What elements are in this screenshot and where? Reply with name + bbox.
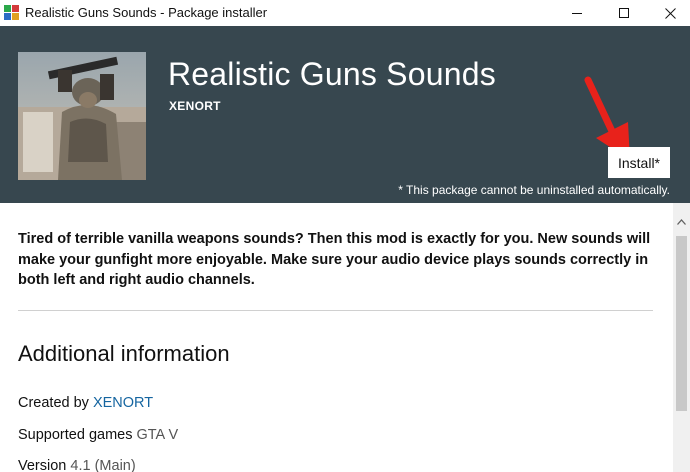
- created-by-label: Created by: [18, 395, 93, 411]
- version-value: 4.1 (Main): [70, 458, 136, 472]
- install-note: * This package cannot be uninstalled aut…: [398, 183, 670, 197]
- close-icon: [664, 7, 676, 19]
- scroll-thumb[interactable]: [676, 236, 687, 411]
- minimize-icon: [571, 12, 582, 14]
- title-bar: Realistic Guns Sounds - Package installe…: [0, 0, 690, 26]
- scroll-up-button[interactable]: [673, 213, 690, 230]
- section-heading: Additional information: [18, 341, 230, 366]
- package-title: Realistic Guns Sounds: [168, 56, 496, 92]
- info-row-version: Version 4.1 (Main): [18, 458, 136, 472]
- app-logo-icon: [4, 5, 19, 20]
- package-author: XENORT: [169, 99, 221, 113]
- info-row-created-by: Created by XENORT: [18, 395, 153, 411]
- install-button[interactable]: Install*: [608, 147, 670, 178]
- close-button[interactable]: [647, 0, 690, 26]
- divider: [18, 310, 653, 311]
- package-header: Realistic Guns Sounds XENORT Install* * …: [0, 26, 690, 203]
- maximize-icon: [618, 7, 629, 18]
- supported-games-label: Supported games: [18, 427, 137, 443]
- author-link[interactable]: XENORT: [93, 395, 153, 411]
- window-title: Realistic Guns Sounds - Package installe…: [25, 5, 268, 20]
- package-description: Tired of terrible vanilla weapons sounds…: [18, 231, 651, 288]
- chevron-up-icon: [677, 218, 686, 225]
- supported-games-value: GTA V: [136, 427, 179, 443]
- vertical-scrollbar[interactable]: [673, 203, 690, 472]
- version-label: Version: [18, 458, 71, 472]
- package-details: Tired of terrible vanilla weapons sounds…: [0, 203, 673, 472]
- package-thumbnail: [18, 52, 146, 180]
- info-row-supported-games: Supported games GTA V: [18, 427, 178, 443]
- minimize-button[interactable]: [554, 0, 600, 26]
- maximize-button[interactable]: [601, 0, 647, 26]
